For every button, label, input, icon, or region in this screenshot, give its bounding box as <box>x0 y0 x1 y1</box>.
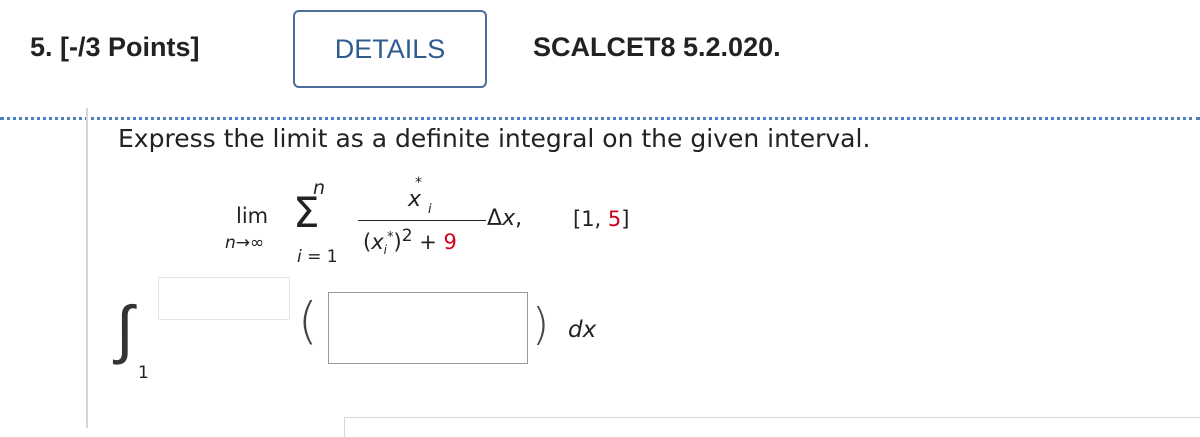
denominator-open-paren: ( <box>363 230 372 254</box>
question-header: 5. [-/3 Points] <box>30 32 200 63</box>
fraction-numerator: x i * <box>408 175 432 218</box>
denominator-subscript: i <box>383 243 387 258</box>
fraction-denominator: (xi*)2 + 9 <box>363 226 457 257</box>
integral-lower-limit: 1 <box>138 363 149 383</box>
integral-sign: ∫ <box>116 293 134 367</box>
integral-upper-limit-input[interactable] <box>158 277 290 320</box>
delta-variable: x <box>502 206 516 231</box>
problem-prompt: Express the limit as a definite integral… <box>118 124 871 153</box>
integrand-input[interactable] <box>328 292 528 364</box>
interval-end: 5 <box>607 207 622 231</box>
differential: dx <box>568 317 597 343</box>
denominator-exponent: 2 <box>401 226 413 246</box>
sum-index: i <box>297 247 302 267</box>
interval-start: [1, <box>573 207 602 231</box>
interval: [1, 5] <box>573 207 630 231</box>
sum-lower-limit: i = 1 <box>297 247 338 267</box>
section-divider <box>0 117 1200 120</box>
sigma-symbol: Σ <box>293 188 320 237</box>
points-label: [-/3 Points] <box>60 32 200 62</box>
numerator-star: * <box>415 175 423 191</box>
limit-arrow: → <box>235 233 251 253</box>
integrand-open-paren: ( <box>298 292 318 350</box>
denominator-constant: 9 <box>443 230 457 254</box>
limit-variable: n <box>225 233 236 253</box>
problem-code: SCALCET8 5.2.020. <box>533 32 781 62</box>
limit-subscript: n→∞ <box>225 233 264 253</box>
denominator-close-paren: ) <box>393 230 402 254</box>
details-button[interactable]: DETAILS <box>293 10 487 88</box>
sum-start: = 1 <box>307 247 338 267</box>
integrand-close-paren: ) <box>532 299 550 350</box>
next-panel-edge <box>344 417 1200 437</box>
left-border <box>86 108 88 428</box>
delta-x: Δx, <box>487 206 522 231</box>
delta-comma: , <box>515 206 523 231</box>
denominator-variable: x <box>371 230 384 254</box>
interval-close-bracket: ] <box>621 207 630 231</box>
question-number: 5. <box>30 32 53 62</box>
numerator-subscript: i <box>428 202 432 218</box>
fraction-bar <box>358 220 486 221</box>
limit-label: lim <box>236 204 269 228</box>
limit-infinity: ∞ <box>250 233 265 253</box>
denominator-plus: + <box>419 230 437 254</box>
delta-symbol: Δ <box>487 206 503 231</box>
